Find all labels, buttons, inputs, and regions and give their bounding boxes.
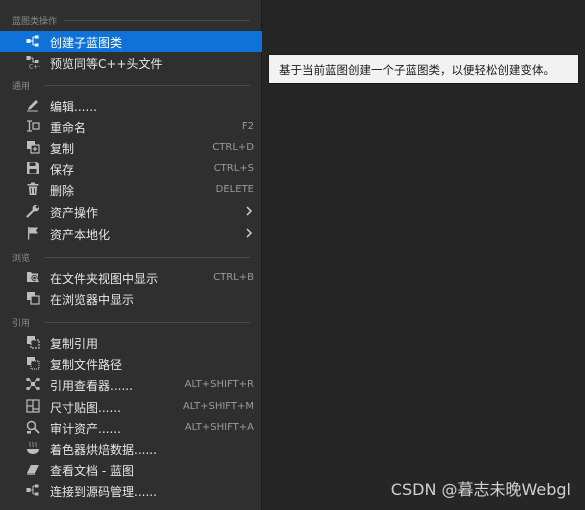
shortcut-label: ALT+SHIFT+A	[184, 422, 254, 433]
shortcut-label: CTRL+S	[213, 163, 254, 174]
menu-item-asset-actions[interactable]: 资产操作	[0, 201, 262, 222]
section-header-references: 引用	[0, 315, 262, 329]
section-header-blueprint: 蓝图类操作	[0, 13, 262, 27]
section-label: 引用	[12, 319, 31, 329]
shortcut-label: F2	[241, 121, 254, 132]
section-label: 通用	[12, 82, 31, 92]
menu-item-create-child-blueprint[interactable]: 创建子蓝图类	[0, 31, 262, 52]
shortcut-label: ALT+SHIFT+M	[182, 401, 254, 412]
menu-item-label: 删除	[50, 184, 75, 198]
menu-item-label: 在文件夹视图中显示	[50, 272, 159, 286]
menu-item-label: 尺寸贴图......	[50, 401, 121, 415]
section-header-common: 通用	[0, 78, 262, 92]
menu-item-size-map[interactable]: 尺寸贴图...... ALT+SHIFT+M	[0, 396, 262, 417]
copy-reference-icon	[26, 335, 40, 349]
menu-item-save[interactable]: 保存 CTRL+S	[0, 158, 262, 179]
menu-item-label: 复制	[50, 142, 75, 156]
divider	[45, 322, 250, 323]
menu-item-shader-cook-data[interactable]: 着色器烘焙数据......	[0, 438, 262, 459]
flag-icon	[26, 226, 40, 240]
size-map-icon	[26, 399, 40, 413]
menu-item-connect-source-control[interactable]: 连接到源码管理......	[0, 480, 262, 501]
menu-item-label: 重命名	[50, 121, 87, 135]
menu-item-show-in-folder[interactable]: 在文件夹视图中显示 CTRL+B	[0, 267, 262, 288]
menu-item-label: 资产本地化	[50, 228, 111, 242]
menu-item-label: 保存	[50, 163, 75, 177]
rename-icon	[26, 119, 40, 133]
menu-item-label: 查看文档 - 蓝图	[50, 464, 134, 478]
menu-item-label: 连接到源码管理......	[50, 485, 157, 499]
documentation-icon	[26, 462, 40, 476]
blueprint-child-icon	[26, 34, 40, 48]
copy-path-icon	[26, 356, 40, 370]
menu-item-copy-file-path[interactable]: 复制文件路径	[0, 353, 262, 374]
section-label: 蓝图类操作	[12, 17, 58, 27]
submenu-arrow-icon	[245, 205, 253, 217]
reference-viewer-icon	[26, 377, 40, 391]
menu-item-label: 复制引用	[50, 337, 99, 351]
menu-item-view-documentation[interactable]: 查看文档 - 蓝图	[0, 459, 262, 480]
cpp-header-icon: C++	[26, 55, 40, 69]
submenu-arrow-icon	[245, 227, 253, 239]
divider	[45, 257, 250, 258]
menu-item-reference-viewer[interactable]: 引用查看器...... ALT+SHIFT+R	[0, 374, 262, 395]
menu-item-rename[interactable]: 重命名 F2	[0, 116, 262, 137]
section-header-browse: 浏览	[0, 250, 262, 264]
menu-item-label: 审计资产......	[50, 422, 121, 436]
context-menu: 蓝图类操作 创建子蓝图类 C++ 预览同等C++头文件 通用	[0, 0, 262, 510]
tooltip-text: 基于当前蓝图创建一个子蓝图类，以便轻松创建变体。	[279, 63, 555, 77]
menu-item-asset-localization[interactable]: 资产本地化	[0, 223, 262, 244]
menu-item-duplicate[interactable]: 复制 CTRL+D	[0, 137, 262, 158]
divider	[45, 85, 250, 86]
menu-item-copy-reference[interactable]: 复制引用	[0, 332, 262, 353]
steam-bowl-icon	[26, 441, 40, 455]
explorer-icon	[26, 291, 40, 305]
menu-item-label: 创建子蓝图类	[50, 36, 123, 50]
tooltip: 基于当前蓝图创建一个子蓝图类，以便轻松创建变体。	[268, 54, 579, 84]
wrench-icon	[26, 204, 40, 218]
menu-item-label: 着色器烘焙数据......	[50, 443, 157, 457]
menu-item-audit-assets[interactable]: 审计资产...... ALT+SHIFT+A	[0, 417, 262, 438]
trash-icon	[26, 182, 40, 196]
divider	[64, 20, 250, 21]
shortcut-label: ALT+SHIFT+R	[184, 379, 254, 390]
menu-item-label: 复制文件路径	[50, 358, 123, 372]
save-icon	[26, 161, 40, 175]
pencil-icon	[26, 98, 40, 112]
menu-item-label: 预览同等C++头文件	[50, 57, 163, 71]
menu-item-label: 编辑......	[50, 100, 97, 114]
shortcut-label: DELETE	[215, 184, 254, 195]
shortcut-label: CTRL+D	[212, 142, 254, 153]
menu-item-label: 在浏览器中显示	[50, 293, 135, 307]
menu-item-delete[interactable]: 删除 DELETE	[0, 179, 262, 200]
menu-item-preview-cpp-header[interactable]: C++ 预览同等C++头文件	[0, 52, 262, 73]
source-control-icon	[26, 483, 40, 497]
svg-text:C++: C++	[29, 64, 40, 70]
shortcut-label: CTRL+B	[213, 272, 254, 283]
menu-item-edit[interactable]: 编辑......	[0, 95, 262, 116]
section-label: 浏览	[12, 254, 31, 264]
watermark: CSDN @暮志未晚Webgl	[390, 480, 571, 499]
duplicate-icon	[26, 140, 40, 154]
menu-item-show-in-explorer[interactable]: 在浏览器中显示	[0, 288, 262, 309]
folder-search-icon	[26, 270, 40, 284]
menu-item-label: 引用查看器......	[50, 379, 133, 393]
menu-item-label: 资产操作	[50, 206, 99, 220]
audit-icon	[26, 420, 40, 434]
